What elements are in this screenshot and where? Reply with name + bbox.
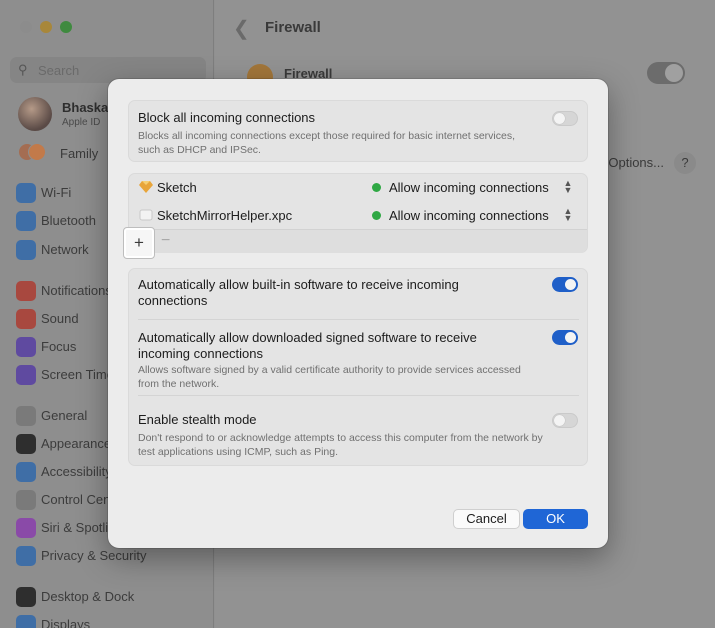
help-button[interactable]: ?	[674, 152, 696, 174]
displays-icon	[16, 615, 36, 628]
sound-icon	[16, 309, 36, 329]
privacy-hand-icon	[16, 546, 36, 566]
bluetooth-icon	[16, 211, 36, 231]
firewall-toggle[interactable]	[647, 62, 685, 84]
auto-builtin-toggle[interactable]	[552, 277, 578, 292]
sidebar-item-desktop-dock[interactable]: Desktop & Dock	[16, 586, 206, 608]
chevron-up-down-icon[interactable]: ▲ ▼	[563, 179, 573, 195]
notifications-icon	[16, 281, 36, 301]
search-icon: ⚲	[18, 62, 28, 77]
sidebar-item-label: Notifications	[41, 283, 112, 298]
sidebar-item-label: Desktop & Dock	[41, 589, 135, 604]
block-all-title: Block all incoming connections	[138, 110, 316, 125]
generic-app-icon	[139, 209, 153, 221]
ok-button[interactable]: OK	[523, 509, 588, 529]
sidebar-item-displays[interactable]: Displays	[16, 614, 206, 628]
page-title: Firewall	[265, 19, 321, 36]
firewall-options-dialog: Block all incoming connections Blocks al…	[108, 79, 608, 548]
stealth-toggle[interactable]	[552, 413, 578, 428]
stealth-description: Don't respond to or acknowledge attempts…	[138, 432, 543, 458]
family-avatars-icon	[18, 143, 52, 163]
app-status-select[interactable]: Allow incoming connections	[389, 180, 549, 195]
settings-card: Automatically allow built-in software to…	[128, 268, 588, 466]
network-icon	[16, 240, 36, 260]
focus-icon	[16, 337, 36, 357]
sidebar-item-privacy-security[interactable]: Privacy & Security	[16, 545, 206, 567]
sidebar-item-label: Accessibility	[41, 464, 112, 479]
control-centre-icon	[16, 490, 36, 510]
sidebar-item-label: Family	[60, 146, 99, 161]
sidebar-item-label: Network	[41, 242, 89, 257]
sidebar-item-label: Focus	[41, 339, 77, 354]
sidebar-item-label: Privacy & Security	[41, 548, 147, 563]
block-all-toggle[interactable]	[552, 111, 578, 126]
sidebar-item-label: Sound	[41, 311, 79, 326]
appearance-icon	[16, 434, 36, 454]
zoom-window-button[interactable]	[60, 21, 72, 33]
stealth-title: Enable stealth mode	[138, 412, 257, 427]
avatar	[18, 97, 52, 131]
auto-builtin-title: Automatically allow built-in software to…	[138, 277, 459, 308]
remove-app-button[interactable]: −	[161, 232, 170, 250]
sidebar-item-label: General	[41, 408, 88, 423]
app-status-select[interactable]: Allow incoming connections	[389, 208, 549, 223]
auto-signed-toggle[interactable]	[552, 330, 578, 345]
app-name: Sketch	[157, 180, 197, 195]
sidebar-item-label: Appearance	[41, 436, 112, 451]
add-app-button[interactable]: +	[124, 228, 154, 258]
list-item[interactable]: SketchMirrorHelper.xpc Allow incoming co…	[129, 202, 587, 230]
gear-icon	[16, 406, 36, 426]
desktop-dock-icon	[16, 587, 36, 607]
block-all-description: Blocks all incoming connections except t…	[138, 130, 516, 156]
screen-time-icon	[16, 365, 36, 385]
user-subtitle: Apple ID	[62, 117, 101, 128]
divider	[138, 319, 579, 320]
divider	[138, 395, 579, 396]
auto-signed-title: Automatically allow downloaded signed so…	[138, 330, 477, 361]
block-all-card: Block all incoming connections Blocks al…	[128, 100, 588, 162]
accessibility-icon	[16, 462, 36, 482]
status-dot-icon	[372, 211, 381, 220]
sidebar-item-label: Screen Time	[41, 367, 114, 382]
auto-signed-description: Allows software signed by a valid certif…	[138, 364, 521, 390]
back-chevron-icon[interactable]: ❮	[233, 16, 250, 41]
app-list: Sketch Allow incoming connections ▲ ▼ Ske…	[128, 173, 588, 253]
siri-icon	[16, 518, 36, 538]
status-dot-icon	[372, 183, 381, 192]
user-name: Bhaskar	[62, 100, 114, 115]
minimize-window-button[interactable]	[40, 21, 52, 33]
app-name: SketchMirrorHelper.xpc	[157, 208, 293, 223]
sketch-app-icon	[139, 181, 153, 193]
sidebar-item-label: Bluetooth	[41, 213, 96, 228]
sidebar-item-label: Wi-Fi	[41, 185, 72, 200]
chevron-up-down-icon[interactable]: ▲ ▼	[563, 207, 573, 223]
sidebar-item-label: Displays	[41, 617, 91, 628]
wifi-icon	[16, 183, 36, 203]
close-window-button[interactable]	[20, 21, 32, 33]
list-footer	[129, 229, 587, 253]
search-placeholder: Search	[38, 63, 80, 78]
list-item[interactable]: Sketch Allow incoming connections ▲ ▼	[129, 174, 587, 202]
cancel-button[interactable]: Cancel	[453, 509, 520, 529]
